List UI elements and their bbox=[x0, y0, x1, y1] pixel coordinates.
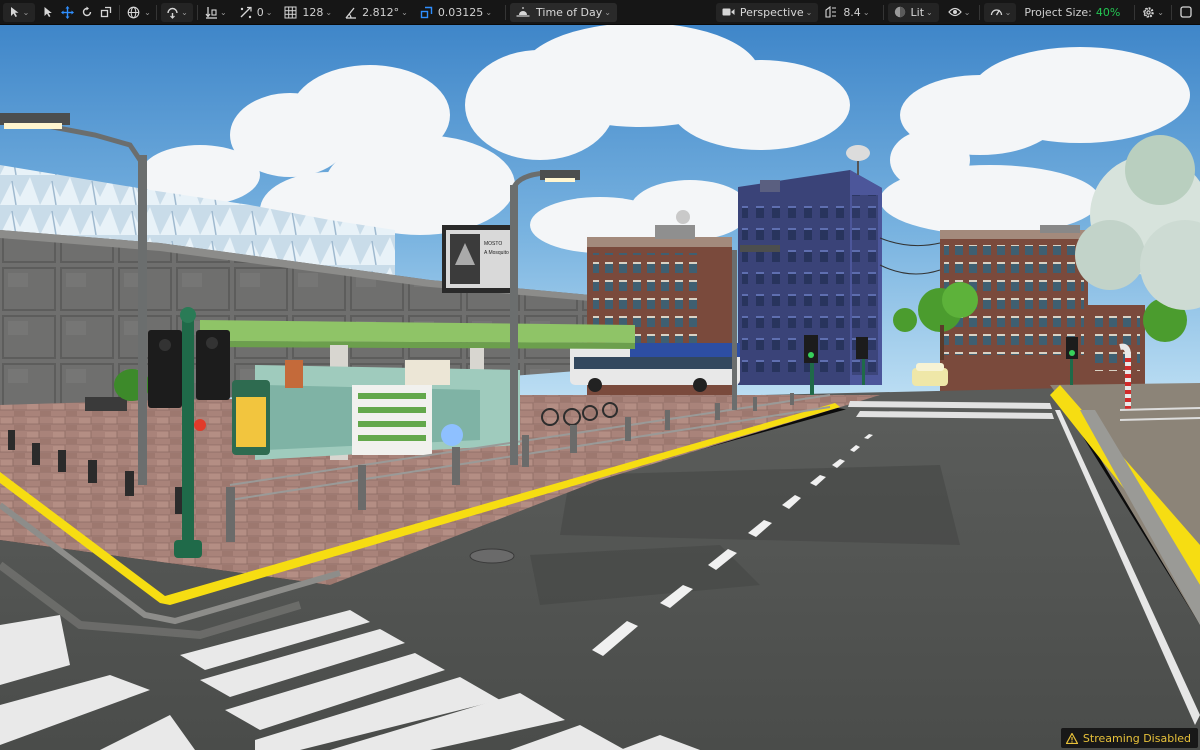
city-bus bbox=[570, 343, 740, 392]
camera-speed-icon bbox=[825, 6, 837, 18]
rotate-tool-button[interactable] bbox=[77, 3, 96, 22]
project-size-value: 40% bbox=[1095, 5, 1121, 19]
angle-icon bbox=[345, 7, 357, 19]
divider bbox=[197, 4, 198, 20]
divider bbox=[1134, 4, 1136, 20]
surface-snapping-dropdown[interactable]: ⌄ bbox=[161, 2, 193, 22]
streaming-status-badge: Streaming Disabled bbox=[1060, 728, 1198, 748]
globe-icon bbox=[127, 6, 140, 18]
select-arrow-icon bbox=[44, 7, 52, 17]
perspective-label: Perspective bbox=[739, 5, 804, 19]
city-scene[interactable]: MOSTO A Mosquito bbox=[0, 25, 1200, 750]
coordinate-space-button[interactable] bbox=[124, 3, 143, 22]
divider bbox=[119, 4, 120, 20]
view-mode-dropdown[interactable]: Lit ⌄ bbox=[887, 2, 939, 22]
lit-label: Lit bbox=[910, 5, 925, 19]
rotate-icon bbox=[82, 6, 91, 17]
show-flags-dropdown[interactable]: ⌄ bbox=[945, 3, 974, 22]
scale-snap-button[interactable]: 0.03125 ⌄ bbox=[417, 3, 495, 22]
grid-size-value: 128 bbox=[302, 5, 324, 19]
scale-icon bbox=[100, 6, 111, 18]
select-tool-button[interactable] bbox=[39, 3, 58, 22]
snap-grid-icon bbox=[240, 6, 252, 18]
grid-snap-button[interactable]: 128 ⌄ bbox=[281, 3, 335, 22]
billboard-subheading: A Mosquito bbox=[484, 250, 509, 256]
snap-count-button[interactable]: 0 ⌄ bbox=[236, 3, 276, 22]
maximize-viewport-button[interactable] bbox=[1176, 3, 1195, 22]
coordinate-space-dropdown[interactable]: ⌄ bbox=[143, 3, 152, 22]
divider bbox=[882, 4, 884, 20]
snap-count-value: 0 bbox=[256, 5, 264, 19]
select-mode-dropdown[interactable]: ⌄ bbox=[3, 2, 35, 22]
manhole-cover bbox=[469, 548, 515, 564]
snap-vertex-button[interactable]: ⌄ bbox=[202, 3, 230, 22]
viewport-settings-dropdown[interactable]: ⌄ bbox=[1139, 3, 1167, 22]
time-of-day-label: Time of Day bbox=[536, 5, 603, 19]
move-arrows-icon bbox=[61, 5, 74, 19]
bench bbox=[85, 397, 127, 411]
streaming-status-label: Streaming Disabled bbox=[1082, 731, 1191, 745]
sunrise-icon bbox=[516, 7, 530, 17]
maximize-icon bbox=[1179, 6, 1192, 18]
gear-icon bbox=[1143, 6, 1155, 18]
translate-tool-button[interactable] bbox=[58, 3, 77, 22]
camera-icon bbox=[722, 8, 735, 16]
performance-dropdown[interactable]: ⌄ bbox=[984, 2, 1017, 22]
billboard-heading: MOSTO bbox=[484, 241, 502, 247]
time-of-day-dropdown[interactable]: Time of Day ⌄ bbox=[510, 2, 617, 22]
snap-to-floor-icon bbox=[205, 6, 217, 19]
angle-snap-button[interactable]: 2.812° ⌄ bbox=[341, 3, 411, 22]
scale-snap-value: 0.03125 bbox=[437, 5, 484, 19]
scale-snap-icon bbox=[420, 6, 433, 18]
level-viewport[interactable]: MOSTO A Mosquito Streaming Disabled bbox=[0, 25, 1200, 750]
surface-snap-icon bbox=[167, 7, 178, 19]
project-size-label: Project Size: bbox=[1024, 5, 1092, 19]
divider bbox=[979, 4, 981, 20]
grid-icon bbox=[284, 6, 297, 18]
divider bbox=[156, 4, 157, 20]
camera-speed-button[interactable]: 8.4 ⌄ bbox=[822, 3, 872, 22]
scale-tool-button[interactable] bbox=[96, 3, 115, 22]
divider bbox=[505, 4, 507, 20]
gauge-icon bbox=[990, 9, 1002, 16]
camera-speed-value: 8.4 bbox=[843, 5, 861, 19]
lit-sphere-icon bbox=[894, 6, 905, 18]
eye-icon bbox=[947, 7, 962, 17]
divider bbox=[1171, 4, 1172, 20]
viewport-toolbar: ⌄ ⌄ ⌄ ⌄ 0 ⌄ 128 ⌄ 2.812° ⌄ 0.03125 ⌄ Tim… bbox=[0, 0, 1200, 25]
taxi-car bbox=[912, 363, 948, 386]
warning-icon bbox=[1065, 732, 1078, 744]
perspective-dropdown[interactable]: Perspective ⌄ bbox=[715, 2, 819, 22]
billboard: MOSTO A Mosquito bbox=[442, 225, 514, 293]
cursor-icon bbox=[10, 7, 19, 17]
angle-snap-value: 2.812° bbox=[362, 5, 400, 19]
